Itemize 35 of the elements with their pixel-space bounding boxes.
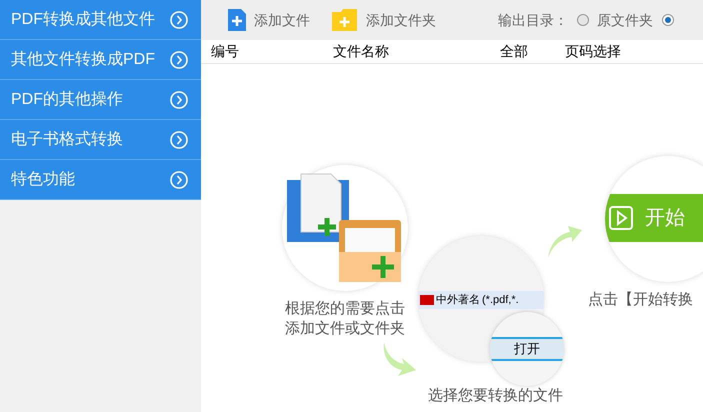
column-header: 编号 xyxy=(211,42,240,61)
step-caption: 点击【开始转换 xyxy=(588,290,693,310)
column-header: 文件名称 xyxy=(333,42,390,61)
sidebar-item-label: 特色功能 xyxy=(11,170,75,190)
sidebar-item-label: PDF转换成其他文件 xyxy=(11,10,155,30)
chevron-right-icon xyxy=(170,10,188,28)
radio-button[interactable] xyxy=(577,14,589,26)
output-directory-option[interactable]: 原文件夹 xyxy=(597,10,653,30)
sidebar-item-label: 其他文件转换成PDF xyxy=(11,50,155,70)
sidebar-item[interactable]: PDF转换成其他文件 xyxy=(0,0,201,40)
file-plus-icon xyxy=(228,9,246,31)
chevron-right-icon xyxy=(170,90,188,108)
column-header: 全部 xyxy=(500,42,529,61)
file-name-text: 中外著名 xyxy=(436,292,480,308)
radio-button[interactable] xyxy=(662,14,674,26)
add-file-button[interactable]: 添加文件 xyxy=(228,9,310,31)
chevron-right-icon xyxy=(170,130,188,148)
sidebar-item[interactable]: PDF的其他操作 xyxy=(0,80,201,120)
sidebar-item[interactable]: 特色功能 xyxy=(0,160,201,200)
play-icon xyxy=(609,206,633,230)
sidebar-item-label: 电子书格式转换 xyxy=(11,130,123,150)
chevron-right-icon xyxy=(170,50,188,68)
step-caption: 添加文件或文件夹 xyxy=(285,319,405,339)
add-folder-button[interactable]: 添加文件夹 xyxy=(332,9,436,31)
step-caption: 根据您的需要点击 xyxy=(285,299,405,319)
file-filter-text: (*.pdf,*. xyxy=(482,292,519,308)
column-header: 页码选择 xyxy=(565,42,621,61)
step-caption: 选择您要转换的文件 xyxy=(428,386,563,406)
pdf-file-icon xyxy=(420,295,434,305)
sidebar-item[interactable]: 其他文件转换成PDF xyxy=(0,40,201,80)
chevron-right-icon xyxy=(170,170,188,188)
output-directory-label: 输出目录： xyxy=(498,10,568,30)
folder-plus-icon xyxy=(332,9,357,31)
sidebar-item-label: PDF的其他操作 xyxy=(11,90,123,110)
sidebar-item[interactable]: 电子书格式转换 xyxy=(0,120,201,160)
